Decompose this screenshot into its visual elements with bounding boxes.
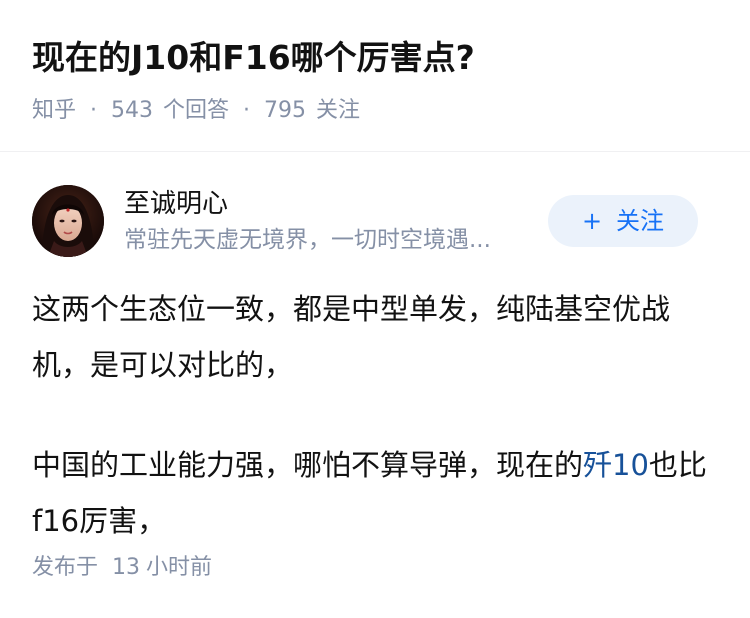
meta-separator: · (243, 98, 251, 123)
publish-time-unit: 小时前 (146, 555, 213, 580)
follower-count: 795 (264, 98, 307, 123)
follow-button[interactable]: + 关注 (548, 195, 698, 247)
answer-footer: 发布于 13 小时前 (32, 551, 212, 585)
header-divider (0, 151, 750, 152)
plus-icon: + (581, 207, 603, 235)
user-avatar-portrait-icon[interactable] (32, 185, 104, 257)
answer-paragraph: 这两个生态位一致，都是中型单发，纯陆基空优战机，是可以对比的， (32, 292, 671, 382)
avatar-image (32, 185, 104, 257)
answer-body: 这两个生态位一致，都是中型单发，纯陆基空优战机，是可以对比的， 中国的工业能力强… (32, 281, 710, 593)
question-title[interactable]: 现在的J10和F16哪个厉害点? (32, 30, 718, 86)
answer-count-label: 个回答 (163, 98, 230, 123)
author-name[interactable]: 至诚明心 (124, 185, 544, 223)
question-meta: 知乎 · 543 个回答 · 795 关注 (32, 94, 718, 128)
meta-separator: · (90, 98, 98, 123)
follower-count-label: 关注 (316, 98, 361, 123)
question-header: 现在的J10和F16哪个厉害点? 知乎 · 543 个回答 · 795 关注 (32, 30, 718, 128)
search-term-link[interactable]: 歼10 (583, 448, 649, 482)
answer-text: 中国的工业能力强，哪怕不算导弹，现在的 (32, 448, 584, 482)
answer-paragraph: 中国的工业能力强，哪怕不算导弹，现在的歼10也比f16厉害， (32, 437, 710, 549)
publish-time-value: 13 (112, 555, 141, 580)
author-bio: 常驻先天虚无境界，一切时空境遇... (124, 227, 491, 253)
follow-button-label: 关注 (616, 207, 665, 235)
author-info: 至诚明心 常驻先天虚无境界，一切时空境遇... (124, 185, 544, 257)
answer-count: 543 (111, 98, 154, 123)
author-row: 至诚明心 常驻先天虚无境界，一切时空境遇... + 关注 (32, 185, 698, 261)
published-label: 发布于 (32, 555, 99, 580)
source-label[interactable]: 知乎 (32, 98, 76, 123)
